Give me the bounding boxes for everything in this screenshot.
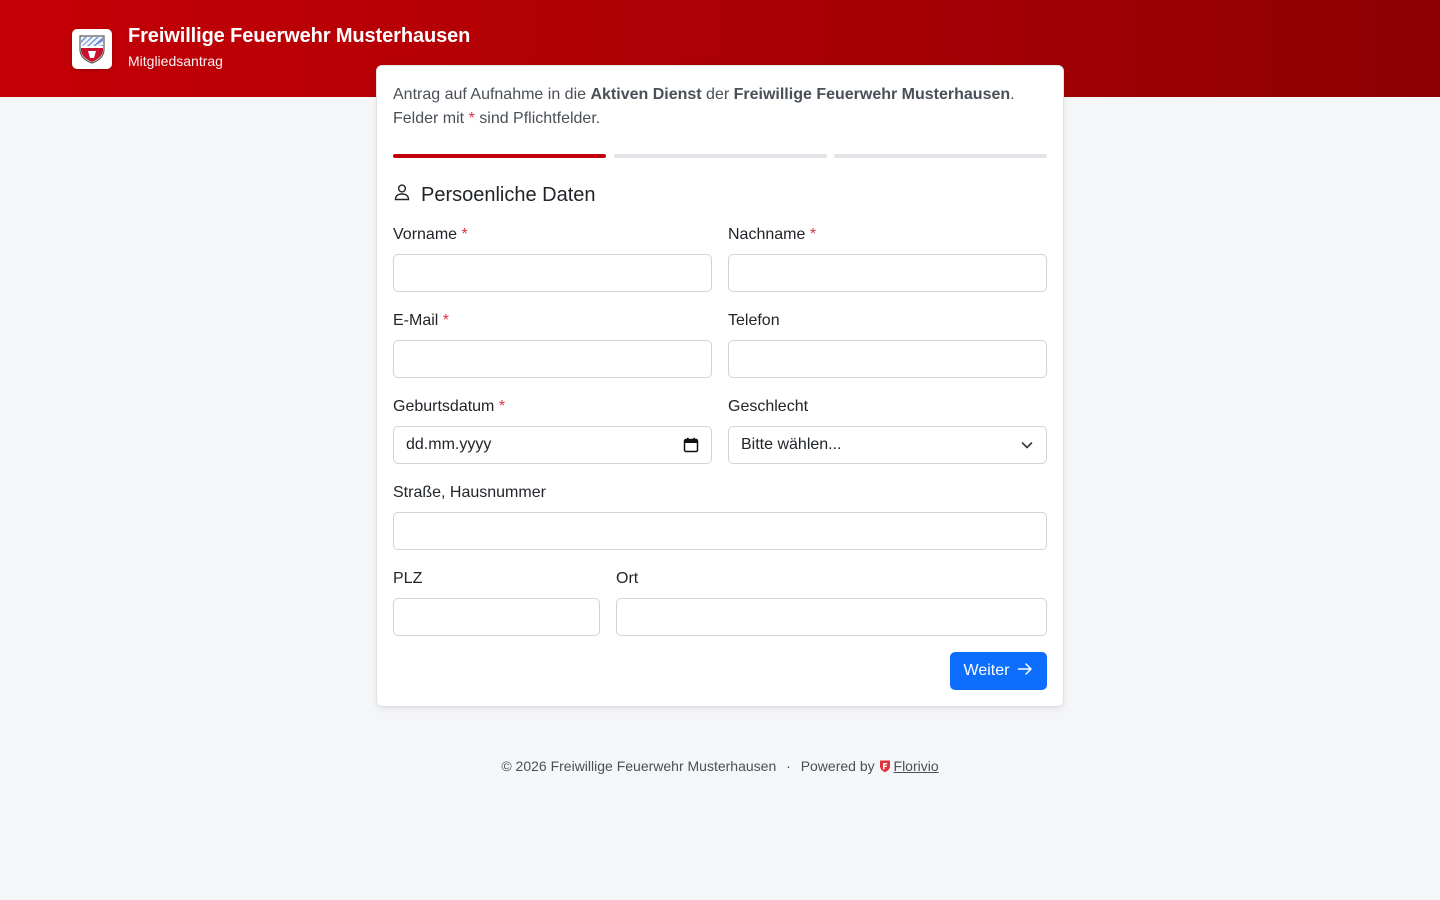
email-label: E-Mail * — [393, 311, 449, 331]
plz-label-text: PLZ — [393, 570, 423, 587]
step-indicator-2 — [614, 154, 827, 158]
strasse-label-text: Straße, Hausnummer — [393, 484, 546, 501]
strasse-label: Straße, Hausnummer — [393, 483, 546, 503]
strasse-input[interactable] — [393, 512, 1047, 550]
step-indicator-1 — [393, 154, 606, 158]
geschlecht-selected: Bitte wählen... — [741, 436, 842, 453]
nachname-label: Nachname * — [728, 225, 816, 245]
ort-input[interactable] — [616, 598, 1047, 636]
geschlecht-label-text: Geschlecht — [728, 398, 809, 415]
email-label-text: E-Mail — [393, 312, 439, 329]
geschlecht-select[interactable]: Bitte wählen... — [728, 426, 1047, 464]
email-input[interactable] — [393, 340, 712, 378]
section-heading: Persoenliche Daten — [393, 182, 596, 208]
page-footer: © 2026 Freiwillige Feuerwehr Musterhause… — [0, 757, 1440, 777]
nachname-label-text: Nachname — [728, 226, 806, 243]
coat-of-arms-icon — [72, 29, 112, 69]
intro-text-part: . — [1010, 86, 1015, 103]
next-button-label: Weiter — [963, 662, 1010, 679]
footer-powered-by: Powered by — [800, 758, 875, 774]
calendar-icon[interactable] — [683, 437, 699, 453]
intro-organization: Freiwillige Feuerwehr Musterhausen — [733, 86, 1011, 103]
intro-text-part: der — [701, 86, 734, 103]
vorname-label-text: Vorname — [393, 226, 458, 243]
geburtsdatum-placeholder: dd.mm.yyyy — [406, 436, 492, 453]
florivio-link[interactable]: Florivio — [894, 758, 939, 774]
vorname-input[interactable] — [393, 254, 712, 292]
geburtsdatum-input[interactable]: dd.mm.yyyy — [393, 426, 712, 464]
vorname-label: Vorname * — [393, 225, 468, 245]
required-marker: * — [498, 398, 506, 415]
intro-text: Antrag auf Aufnahme in die Aktiven Diens… — [393, 83, 1043, 131]
person-icon — [393, 183, 411, 207]
ort-label: Ort — [616, 569, 638, 589]
nachname-input[interactable] — [728, 254, 1047, 292]
florivio-shield-icon — [879, 759, 891, 777]
telefon-label-text: Telefon — [728, 312, 780, 329]
arrow-right-icon — [1017, 662, 1033, 681]
plz-label: PLZ — [393, 569, 422, 589]
required-marker: * — [442, 312, 450, 329]
footer-separator: · — [786, 758, 791, 774]
intro-required-note: Felder mit — [393, 110, 469, 127]
telefon-input[interactable] — [728, 340, 1047, 378]
geschlecht-label: Geschlecht — [728, 397, 808, 417]
geburtsdatum-label: Geburtsdatum * — [393, 397, 505, 417]
next-button[interactable]: Weiter — [950, 652, 1047, 690]
intro-text-part: Antrag auf Aufnahme in die — [393, 86, 591, 103]
progress-steps — [393, 154, 1047, 158]
required-marker: * — [461, 226, 468, 243]
page-subtitle: Mitgliedsantrag — [128, 53, 223, 69]
intro-service-type: Aktiven Dienst — [590, 86, 702, 103]
geburtsdatum-label-text: Geburtsdatum — [393, 398, 495, 415]
application-form-card: Antrag auf Aufnahme in die Aktiven Diens… — [376, 65, 1064, 707]
footer-copyright: © 2026 Freiwillige Feuerwehr Musterhause… — [501, 758, 777, 774]
page-title: Freiwillige Feuerwehr Musterhausen — [128, 25, 471, 47]
intro-required-note: sind Pflichtfelder. — [474, 110, 601, 127]
ort-label-text: Ort — [616, 570, 639, 587]
step-indicator-3 — [834, 154, 1047, 158]
chevron-down-icon — [1020, 438, 1034, 452]
telefon-label: Telefon — [728, 311, 780, 331]
required-marker: * — [809, 226, 817, 243]
section-title: Persoenliche Daten — [421, 183, 596, 206]
plz-input[interactable] — [393, 598, 600, 636]
